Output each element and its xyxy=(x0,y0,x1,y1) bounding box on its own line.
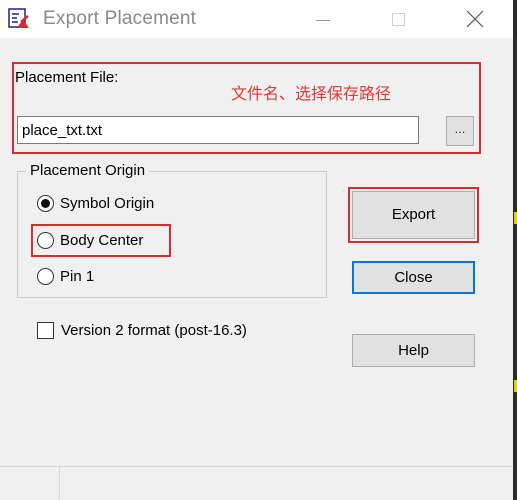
status-bar-separator xyxy=(59,467,60,500)
close-button[interactable]: Close xyxy=(352,261,475,294)
status-bar-divider xyxy=(0,466,517,467)
radio-unchecked-icon[interactable] xyxy=(37,267,54,285)
window-close-button[interactable] xyxy=(452,0,498,38)
app-icon xyxy=(8,8,30,30)
version-2-checkbox[interactable] xyxy=(37,321,54,339)
version-2-checkbox-row[interactable]: Version 2 format (post-16.3) xyxy=(37,319,247,341)
radio-checked-icon[interactable] xyxy=(37,194,54,212)
highlight-box-export xyxy=(348,187,479,243)
radio-label: Pin 1 xyxy=(60,267,95,285)
highlight-box-body-center xyxy=(31,224,171,257)
export-placement-dialog: Export Placement Placement File: 文件名、选择保… xyxy=(0,0,517,500)
title-bar: Export Placement xyxy=(0,0,517,38)
help-button[interactable]: Help xyxy=(352,334,475,367)
minimize-button[interactable] xyxy=(300,0,346,38)
radio-label: Symbol Origin xyxy=(60,194,155,212)
window-edge xyxy=(513,0,517,500)
radio-pin-1[interactable]: Pin 1 xyxy=(37,265,94,287)
radio-symbol-origin[interactable]: Symbol Origin xyxy=(37,192,154,214)
checkbox-label: Version 2 format (post-16.3) xyxy=(61,321,247,339)
close-icon xyxy=(466,10,484,28)
placement-origin-title: Placement Origin xyxy=(26,162,150,179)
window-title: Export Placement xyxy=(43,8,197,29)
highlight-box-file xyxy=(12,62,481,154)
maximize-button[interactable] xyxy=(376,0,422,38)
